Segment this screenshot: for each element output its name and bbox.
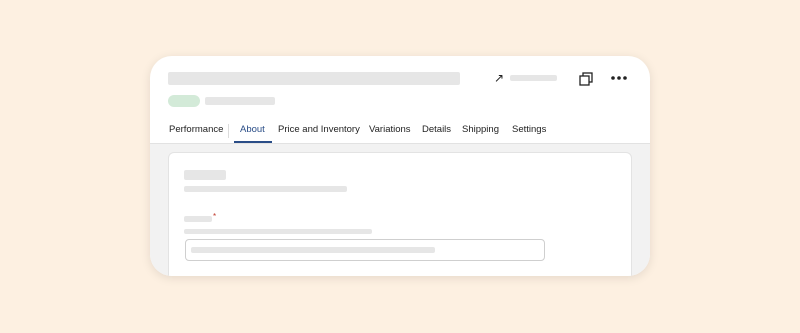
required-indicator: *: [213, 212, 217, 221]
listing-subtitle-placeholder: [205, 97, 275, 105]
tab-price-and-inventory[interactable]: Price and Inventory: [278, 124, 360, 135]
tab-details[interactable]: Details: [422, 124, 451, 135]
title-input[interactable]: [185, 239, 545, 261]
tab-shipping[interactable]: Shipping: [462, 124, 499, 135]
input-value-placeholder: [191, 247, 435, 253]
section-heading-placeholder: [184, 170, 226, 180]
listing-tabs: Performance About Price and Inventory Va…: [150, 120, 650, 144]
field-help-placeholder: [184, 229, 372, 234]
tab-performance[interactable]: Performance: [169, 124, 223, 135]
more-options-icon[interactable]: [610, 70, 628, 86]
tab-divider: [228, 124, 229, 138]
tab-variations[interactable]: Variations: [369, 124, 411, 135]
section-description-placeholder: [184, 186, 347, 192]
field-label-placeholder: [184, 216, 212, 222]
tab-about[interactable]: About: [240, 124, 265, 135]
tab-settings[interactable]: Settings: [512, 124, 546, 135]
active-tab-indicator: [234, 141, 272, 143]
listing-title-placeholder: [168, 72, 460, 85]
status-badge: [168, 95, 200, 107]
listing-editor-window: ↗ Performance About Price and Inventory …: [150, 56, 650, 276]
view-listing-link-placeholder[interactable]: [510, 75, 557, 81]
about-section-panel: *: [168, 152, 632, 276]
tab-content-area: *: [150, 144, 650, 276]
copy-icon[interactable]: [578, 71, 594, 87]
external-link-icon[interactable]: ↗: [494, 71, 506, 85]
